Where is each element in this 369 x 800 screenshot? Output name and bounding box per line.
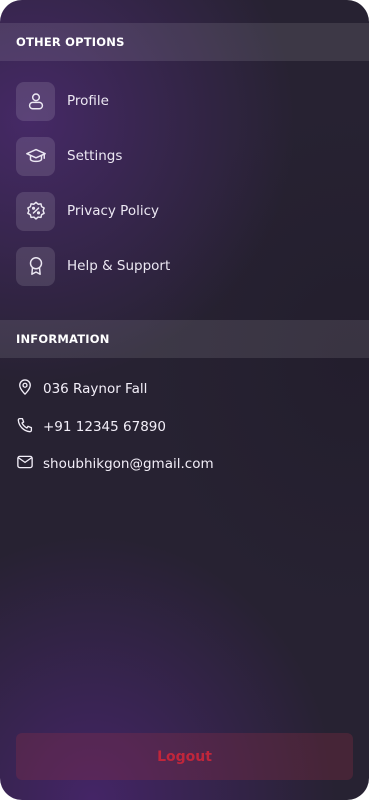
menu-item-privacy-policy[interactable]: Privacy Policy	[16, 191, 353, 231]
information-list: 036 Raynor Fall +91 12345 67890 shoubhik…	[16, 378, 353, 491]
award-ribbon-icon	[16, 246, 55, 286]
graduation-cap-icon	[16, 136, 55, 176]
side-drawer: OTHER OPTIONS Profile Settings Privacy P…	[0, 0, 369, 800]
menu-item-label: Help & Support	[67, 258, 171, 274]
section-header-information: INFORMATION	[0, 320, 369, 358]
info-address: 036 Raynor Fall	[16, 378, 353, 400]
location-pin-icon	[16, 378, 34, 400]
menu-item-profile[interactable]: Profile	[16, 81, 353, 121]
menu-item-label: Settings	[67, 148, 123, 164]
menu-item-label: Privacy Policy	[67, 203, 160, 219]
info-email[interactable]: shoubhikgon@gmail.com	[16, 453, 353, 475]
mail-icon	[16, 453, 34, 475]
email-text: shoubhikgon@gmail.com	[43, 456, 214, 472]
options-menu: Profile Settings Privacy Policy Help & S…	[16, 81, 353, 301]
menu-item-label: Profile	[67, 93, 109, 109]
menu-item-help-support[interactable]: Help & Support	[16, 246, 353, 286]
section-header-other-options: OTHER OPTIONS	[0, 23, 369, 61]
section-title-information: INFORMATION	[16, 332, 110, 346]
phone-text: +91 12345 67890	[43, 418, 166, 435]
logout-button[interactable]: Logout	[16, 733, 353, 780]
info-phone[interactable]: +91 12345 67890	[16, 416, 353, 438]
user-icon	[16, 81, 55, 121]
menu-item-settings[interactable]: Settings	[16, 136, 353, 176]
phone-icon	[16, 416, 34, 438]
address-text: 036 Raynor Fall	[43, 381, 148, 397]
badge-percent-icon	[16, 191, 55, 231]
section-title-other-options: OTHER OPTIONS	[16, 35, 125, 49]
